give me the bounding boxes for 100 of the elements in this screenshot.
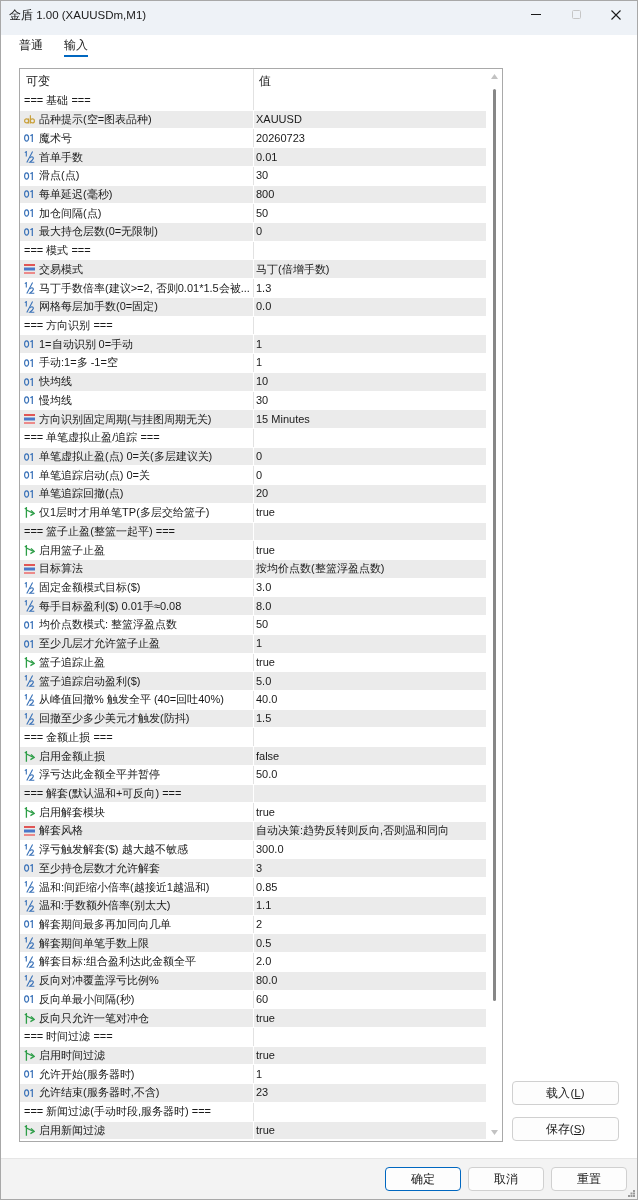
parameter-value[interactable]: 1	[256, 355, 263, 371]
tab[interactable]: 普通	[19, 35, 43, 57]
parameter-name: 启用时间过滤	[39, 1048, 105, 1063]
parameter-value[interactable]: 0	[256, 467, 263, 483]
parameter-value[interactable]: 2	[256, 917, 263, 932]
parameter-value[interactable]: 0.85	[256, 879, 278, 895]
column-header[interactable]: 值	[259, 72, 271, 89]
parameter-value[interactable]: 马丁(倍增手数)	[256, 261, 330, 277]
table-row[interactable]: 1=自动识别 0=手动 1	[20, 335, 486, 355]
parameter-value[interactable]: 8.0	[256, 598, 272, 614]
parameter-value[interactable]: 1.1	[256, 898, 272, 914]
column-header[interactable]: 可变	[26, 72, 50, 89]
table-row[interactable]: 解套风格 自动决策:趋势反转则反向,否则温和同向	[20, 822, 486, 841]
table-row[interactable]: 启用金额止损 false	[20, 747, 486, 766]
parameter-value[interactable]: 自动决策:趋势反转则反向,否则温和同向	[256, 823, 450, 839]
parameter-value[interactable]: 15 Minutes	[256, 411, 310, 427]
parameter-value[interactable]: 10	[256, 374, 269, 390]
parameter-value[interactable]: 3.0	[256, 580, 272, 596]
half-fraction-icon	[24, 151, 35, 163]
parameter-value[interactable]: true	[256, 1010, 275, 1026]
parameter-value[interactable]: true	[256, 505, 275, 521]
zero-one-icon	[24, 1088, 34, 1097]
parameter-value[interactable]: 30	[256, 392, 269, 408]
parameter-value[interactable]: 30	[256, 168, 269, 184]
parameter-value[interactable]: true	[256, 1048, 275, 1063]
table-row[interactable]: 单笔追踪回撤(点) 20	[20, 485, 486, 504]
parameter-value[interactable]: false	[256, 748, 280, 764]
zero-one-icon	[24, 358, 34, 367]
table-row[interactable]: 篮子追踪启动盈利($) 5.0	[20, 672, 486, 691]
parameter-value[interactable]: true	[256, 1122, 275, 1138]
table-row[interactable]: 至少持仓层数才允许解套 3	[20, 859, 486, 879]
zero-one-icon	[24, 489, 34, 498]
parameter-value[interactable]: 300.0	[256, 842, 284, 858]
scroll-down-icon[interactable]	[490, 1130, 498, 1135]
table-row[interactable]: 每手目标盈利($) 0.01手≈0.08 8.0	[20, 597, 486, 617]
table-row[interactable]: 首单手数 0.01	[20, 148, 486, 167]
parameter-value[interactable]: 0	[256, 449, 263, 464]
parameter-value[interactable]: 800	[256, 186, 275, 202]
half-fraction-icon	[24, 955, 35, 968]
table-row[interactable]: 方向识别固定周期(与挂图周期无关) 15 Minutes	[20, 410, 486, 429]
parameter-name: 快均线	[39, 374, 72, 390]
branch-arrow-icon	[24, 750, 35, 762]
cancel-button[interactable]: 取消	[468, 1167, 544, 1191]
parameter-value[interactable]: 50	[256, 205, 269, 221]
parameter-value[interactable]: 80.0	[256, 973, 278, 989]
section-label: === 篮子止盈(整篮一起平) ===	[24, 523, 175, 539]
zero-one-icon	[24, 621, 34, 629]
parameter-value[interactable]: 1.5	[256, 711, 272, 727]
parameter-name: 从峰值回撤% 触发全平 (40=回吐40%)	[39, 692, 224, 708]
resize-grip-icon[interactable]	[628, 1190, 635, 1197]
table-row[interactable]: 反向只允许一笔对冲仓 true	[20, 1009, 486, 1028]
parameter-value[interactable]: true	[256, 654, 275, 670]
stacked-bars-icon	[24, 563, 35, 574]
parameter-value[interactable]: 1	[256, 336, 263, 352]
parameter-name: 加仓间隔(点)	[39, 205, 102, 221]
parameter-value[interactable]: true	[256, 542, 275, 558]
branch-arrow-icon	[24, 544, 35, 556]
table-row[interactable]: 交易模式 马丁(倍增手数)	[20, 260, 486, 280]
ok-button[interactable]: 确定	[385, 1167, 461, 1191]
reset-button[interactable]: 重置	[551, 1167, 627, 1191]
parameter-value[interactable]: 1	[256, 636, 263, 652]
parameter-value[interactable]: XAUUSD	[256, 112, 302, 128]
parameter-value[interactable]: 20260723	[256, 130, 305, 146]
tab[interactable]: 输入	[64, 35, 88, 57]
parameter-name: 篮子追踪启动盈利($)	[39, 673, 141, 689]
parameter-value[interactable]: 0	[256, 224, 263, 240]
parameter-value[interactable]: 23	[256, 1085, 269, 1101]
scroll-up-icon[interactable]	[490, 74, 498, 79]
parameter-value[interactable]: 5.0	[256, 673, 272, 689]
save-button[interactable]: 保存(S)	[512, 1117, 619, 1141]
stacked-bars-icon	[24, 414, 35, 425]
close-icon[interactable]	[611, 10, 621, 20]
stacked-bars-icon	[24, 264, 35, 275]
parameter-value[interactable]: 60	[256, 991, 269, 1007]
parameter-value[interactable]: 0.0	[256, 299, 272, 315]
parameter-value[interactable]: 0.01	[256, 149, 278, 165]
table-row[interactable]: 允许结束(服务器时,不含) 23	[20, 1084, 486, 1103]
minimize-icon[interactable]	[531, 14, 541, 15]
ab-letters-icon	[24, 115, 35, 125]
table-row[interactable]: 最大持仓层数(0=无限制) 0	[20, 223, 486, 242]
parameter-value[interactable]: 按均价点数(整篮浮盈点数)	[256, 561, 385, 577]
section-label: === 单笔虚拟止盈/追踪 ===	[24, 430, 160, 446]
zero-one-icon	[24, 639, 34, 648]
parameter-value[interactable]: 50	[256, 617, 269, 633]
parameter-name: 1=自动识别 0=手动	[39, 336, 134, 352]
parameter-value[interactable]: 50.0	[256, 767, 278, 783]
parameter-name: 启用解套模块	[39, 804, 105, 820]
table-row[interactable]: 解套期间单笔手数上限 0.5	[20, 934, 486, 954]
window-title: 金盾 1.00 (XAUUSDm,M1)	[9, 8, 147, 23]
load-button[interactable]: 载入(L)	[512, 1081, 619, 1105]
parameter-value[interactable]: true	[256, 804, 275, 820]
parameter-value[interactable]: 1.3	[256, 280, 272, 296]
parameter-value[interactable]: 1	[256, 1066, 263, 1082]
scrollbar-thumb[interactable]	[493, 89, 496, 1001]
parameter-value[interactable]: 3	[256, 860, 263, 876]
parameter-name: 浮亏触发解套($) 越大越不敏感	[39, 842, 188, 858]
parameter-value[interactable]: 40.0	[256, 692, 278, 708]
parameter-value[interactable]: 0.5	[256, 935, 272, 951]
parameter-value[interactable]: 2.0	[256, 954, 272, 970]
parameter-value[interactable]: 20	[256, 486, 269, 502]
